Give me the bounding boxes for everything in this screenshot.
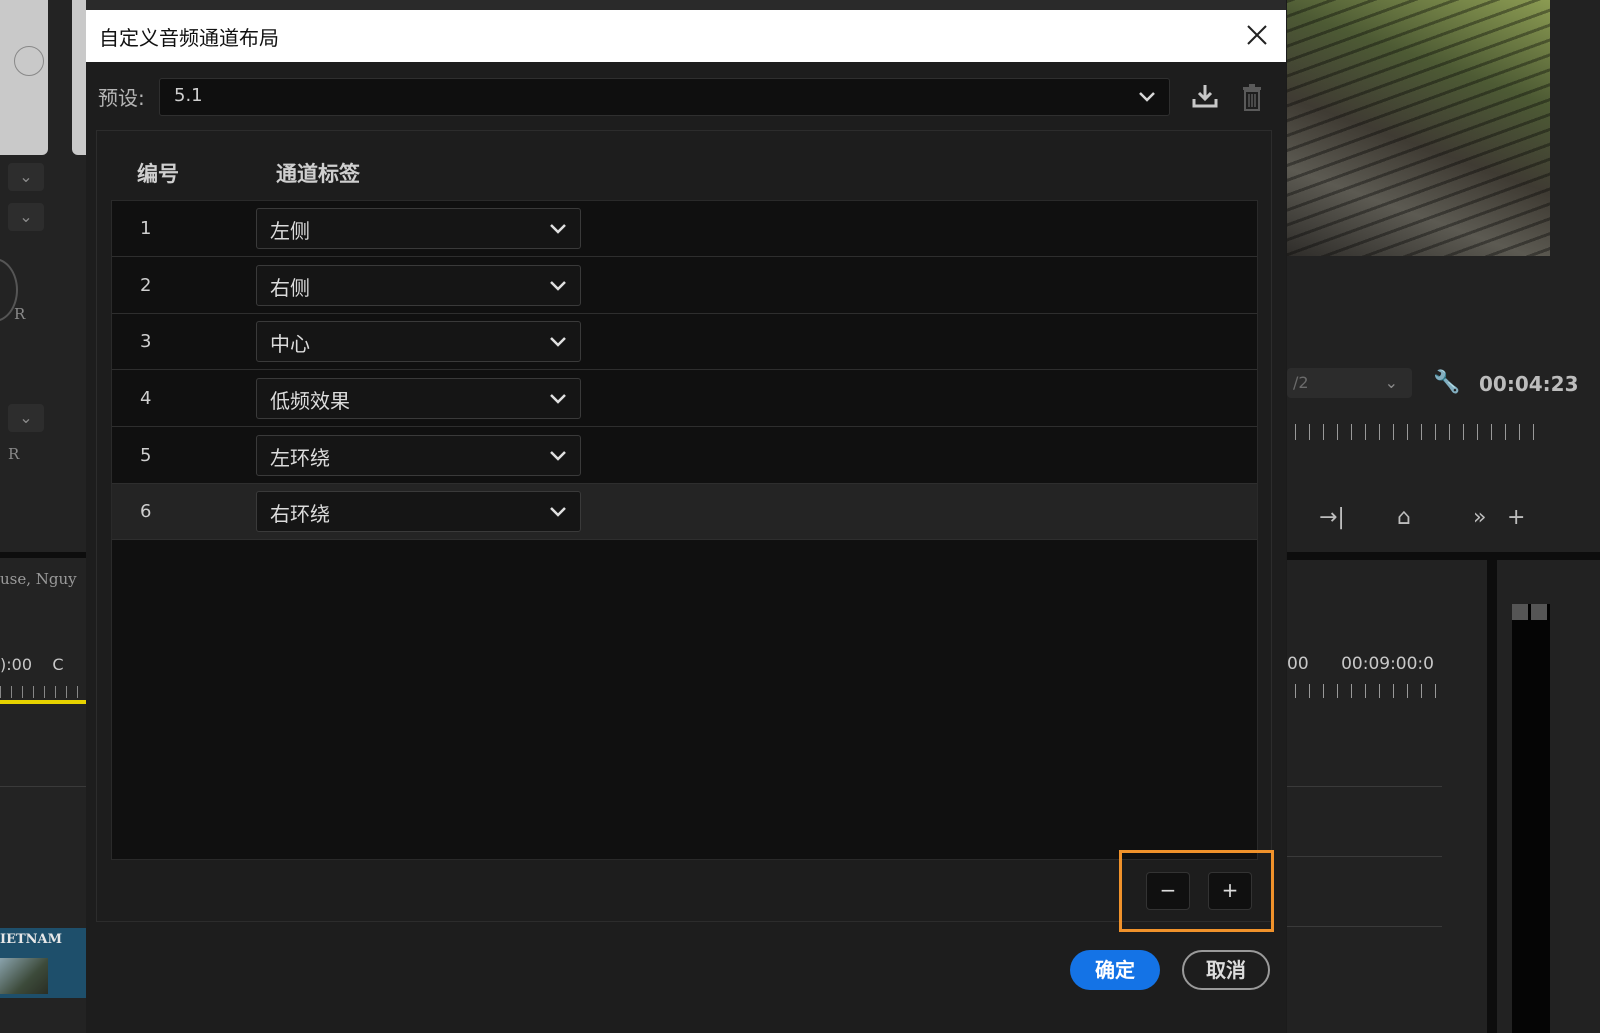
column-header-number: 编号 — [137, 162, 179, 186]
table-row[interactable]: 4 低频效果 — [112, 371, 1257, 427]
background-more-icon: » — [1473, 505, 1487, 530]
close-button[interactable] — [1242, 20, 1272, 50]
background-thumb-image — [0, 958, 48, 994]
channel-label-select[interactable]: 低频效果 — [256, 378, 581, 419]
chevron-down-icon — [550, 224, 566, 234]
background-track-line — [1287, 926, 1442, 927]
dialog-title: 自定义音频通道布局 — [99, 26, 279, 50]
channel-number: 1 — [140, 218, 152, 239]
custom-audio-channel-layout-dialog: 自定义音频通道布局 预设: 5.1 编号 通道标签 1 左侧 2 右侧 3 中心… — [86, 10, 1286, 1033]
channel-number: 4 — [140, 388, 152, 409]
background-add-icon: + — [1507, 505, 1526, 530]
channel-label-value: 右侧 — [270, 276, 310, 300]
background-chevron-down-icon: ⌄ — [1384, 373, 1398, 392]
channel-label-select[interactable]: 右侧 — [256, 265, 581, 306]
background-ruler — [1295, 424, 1545, 440]
background-clip-text: use, Nguy — [0, 570, 77, 588]
background-ruler — [1295, 684, 1445, 698]
channel-label-value: 左环绕 — [270, 446, 330, 470]
chevron-down-icon — [550, 337, 566, 347]
channel-label-value: 中心 — [270, 332, 310, 356]
channel-number: 3 — [140, 331, 152, 352]
background-ruler — [0, 686, 86, 698]
background-knob-icon — [14, 46, 44, 76]
channel-label-select[interactable]: 左环绕 — [256, 435, 581, 476]
background-knob-panel — [0, 0, 48, 155]
delete-preset-icon — [1243, 84, 1261, 111]
channel-label-select[interactable]: 右环绕 — [256, 491, 581, 532]
background-resolution-select: /2 ⌄ — [1287, 368, 1412, 398]
background-go-to-out-icon: →| — [1319, 505, 1345, 530]
table-row[interactable]: 3 中心 — [112, 314, 1257, 370]
background-divider — [0, 552, 86, 558]
background-top-strip — [86, 0, 1286, 10]
preset-select[interactable]: 5.1 — [159, 78, 1170, 116]
background-audio-meter — [1512, 604, 1550, 1033]
channel-table: 1 左侧 2 右侧 3 中心 4 低频效果 5 左环绕 6 右环绕 — [111, 200, 1258, 860]
channel-number: 6 — [140, 501, 152, 522]
chevron-down-icon — [550, 507, 566, 517]
channel-label-select[interactable]: 中心 — [256, 321, 581, 362]
channel-label-value: 左侧 — [270, 219, 310, 243]
column-header-channel-label: 通道标签 — [276, 162, 360, 186]
table-row[interactable]: 5 左环绕 — [112, 428, 1257, 484]
save-preset-button[interactable] — [1191, 82, 1219, 110]
channel-number: 2 — [140, 275, 152, 296]
background-chevron-down-icon: ⌄ — [8, 404, 44, 432]
chevron-down-icon — [550, 451, 566, 461]
add-channel-button[interactable]: + — [1208, 872, 1252, 910]
chevron-down-icon — [550, 394, 566, 404]
background-export-frame-icon: ⌂ — [1397, 505, 1411, 530]
background-timecode: 00 00:09:00:0 — [1287, 654, 1434, 674]
ok-button[interactable]: 确定 — [1070, 950, 1160, 990]
remove-channel-button[interactable]: − — [1146, 872, 1190, 910]
delete-preset-button[interactable] — [1240, 82, 1264, 112]
table-row[interactable]: 2 右侧 — [112, 258, 1257, 314]
channel-label-value: 低频效果 — [270, 389, 350, 413]
preset-label: 预设: — [98, 86, 145, 110]
channel-label-value: 右环绕 — [270, 502, 330, 526]
background-divider — [1287, 552, 1600, 560]
background-wrench-icon: 🔧 — [1433, 370, 1461, 395]
background-timecode: 00:04:23 — [1479, 372, 1579, 396]
chevron-down-icon — [1139, 92, 1155, 102]
table-row[interactable]: 1 左侧 — [112, 201, 1257, 257]
background-thumb-label: IETNAM — [0, 932, 63, 947]
cancel-button[interactable]: 取消 — [1182, 950, 1270, 990]
dialog-titlebar: 自定义音频通道布局 — [86, 10, 1286, 62]
background-playhead-line — [0, 700, 86, 704]
channel-number: 5 — [140, 445, 152, 466]
preset-value: 5.1 — [174, 85, 203, 106]
chevron-down-icon — [550, 281, 566, 291]
channel-label-select[interactable]: 左侧 — [256, 208, 581, 249]
background-audio-meter-cap — [1512, 604, 1550, 620]
background-track-line — [1287, 856, 1442, 857]
background-divider — [1487, 560, 1497, 1033]
background-left-panel: ⌄ ⌄ R ⌄ R use, Nguy ):00 C IETNAM — [0, 0, 86, 1033]
background-chevron-down-icon: ⌄ — [8, 163, 44, 191]
close-icon — [1247, 25, 1267, 45]
background-timecode: ):00 C — [0, 655, 64, 674]
background-track-line — [1287, 786, 1442, 787]
save-preset-icon — [1192, 85, 1218, 108]
background-chevron-down-icon: ⌄ — [8, 203, 44, 231]
background-track-line — [0, 786, 86, 787]
background-r-label: R — [14, 305, 26, 323]
background-video-preview — [1287, 0, 1550, 256]
background-knob-panel-2 — [72, 0, 86, 155]
background-right-panel: /2 ⌄ 🔧 00:04:23 →| ⌂ » + 00 00:09:00:0 — [1287, 0, 1600, 1033]
background-r-label: R — [8, 445, 20, 463]
table-row-selected[interactable]: 6 右环绕 — [112, 484, 1257, 540]
